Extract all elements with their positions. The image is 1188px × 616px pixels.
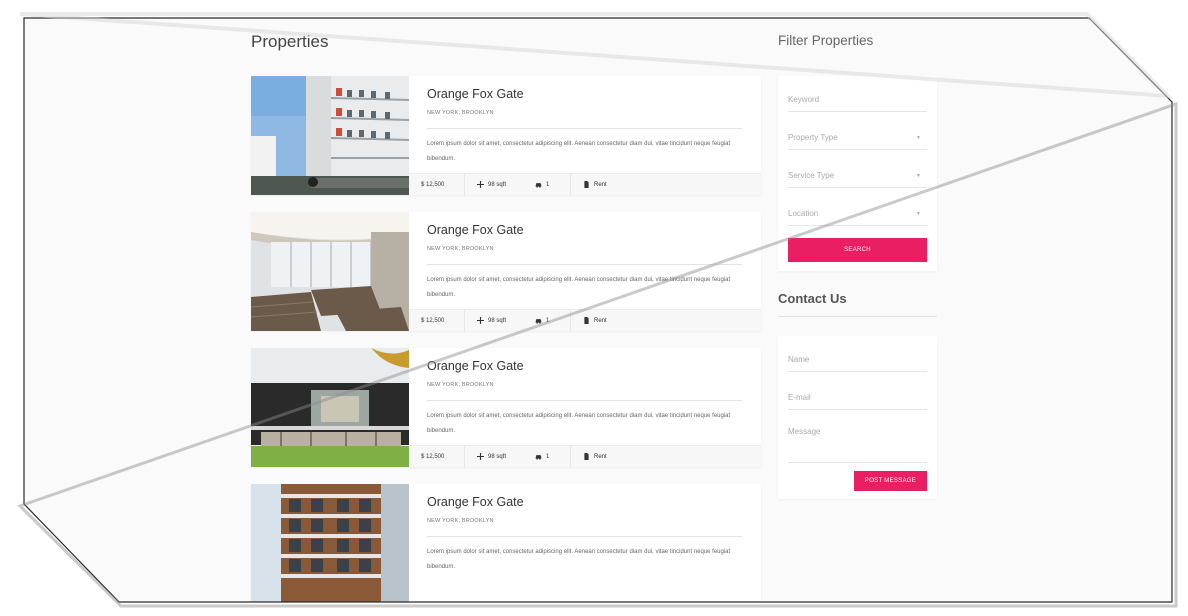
interior-photo-icon [251, 212, 409, 331]
property-description: Lorem ipsum dolor sit amet, consectetur … [427, 141, 731, 162]
filter-title: Filter Properties [778, 33, 874, 48]
divider [778, 316, 937, 317]
caret-down-icon: ▼ [916, 172, 921, 179]
property-garage-value: 1 [546, 181, 550, 188]
property-area-value: 98 sqft [488, 181, 507, 188]
property-garage: 1 [521, 445, 571, 468]
page: Properties Orange Fox Gate NEW YORK, BRO… [24, 18, 1172, 602]
property-type: Rent [571, 174, 613, 196]
car-icon [535, 455, 542, 460]
property-area: 98 sqft [465, 174, 521, 196]
service-type-select[interactable]: Service Type ▼ [788, 164, 927, 188]
property-name[interactable]: Orange Fox Gate [427, 495, 524, 509]
keyword-placeholder: Keyword [788, 95, 820, 104]
file-icon [584, 453, 589, 460]
property-area-value: 98 sqft [488, 453, 507, 460]
location-select[interactable]: Location ▼ [788, 202, 927, 226]
property-info: Orange Fox Gate NEW YORK, BROOKLYN Lorem… [409, 484, 761, 602]
property-garage-value: 1 [546, 453, 550, 460]
caret-down-icon: ▼ [916, 134, 921, 141]
property-meta-bar: $ 12,500 98 sqft 1 Rent [409, 445, 761, 468]
property-card[interactable]: Orange Fox Gate NEW YORK, BROOKLYN Lorem… [251, 484, 761, 602]
divider [427, 400, 742, 401]
message-textarea[interactable]: Message [788, 423, 927, 463]
divider [427, 128, 742, 129]
property-location: NEW YORK, BROOKLYN [427, 382, 494, 388]
page-title: Properties [251, 32, 329, 51]
property-info: Orange Fox Gate NEW YORK, BROOKLYN Lorem… [409, 76, 761, 196]
property-description: Lorem ipsum dolor sit amet, consectetur … [427, 549, 731, 570]
building-photo-icon [251, 76, 409, 195]
property-list: Orange Fox Gate NEW YORK, BROOKLYN Lorem… [251, 76, 761, 602]
file-icon [584, 181, 589, 188]
property-card[interactable]: Orange Fox Gate NEW YORK, BROOKLYN Lorem… [251, 348, 761, 468]
property-area: 98 sqft [465, 446, 521, 468]
property-meta-bar: $ 12,500 98 sqft 1 Rent [409, 309, 761, 332]
property-image[interactable] [251, 348, 409, 467]
property-type-placeholder: Property Type [788, 133, 838, 142]
property-type-select[interactable]: Property Type ▼ [788, 126, 927, 150]
name-placeholder: Name [788, 355, 810, 364]
message-placeholder: Message [788, 427, 821, 436]
property-location: NEW YORK, BROOKLYN [427, 246, 494, 252]
property-image[interactable] [251, 76, 409, 195]
property-type-value: Rent [594, 453, 607, 460]
property-area: 98 sqft [465, 310, 521, 332]
property-name[interactable]: Orange Fox Gate [427, 87, 524, 101]
name-input[interactable]: Name [788, 348, 927, 372]
divider [427, 264, 742, 265]
property-location: NEW YORK, BROOKLYN [427, 110, 494, 116]
expand-arrows-icon [477, 317, 484, 324]
car-icon [535, 319, 542, 324]
property-image[interactable] [251, 212, 409, 331]
property-type: Rent [571, 446, 613, 468]
property-garage-value: 1 [546, 317, 550, 324]
property-price: $ 12,500 [409, 309, 465, 332]
property-description: Lorem ipsum dolor sit amet, consectetur … [427, 277, 731, 298]
apartment-block-photo-icon [251, 484, 409, 602]
property-info: Orange Fox Gate NEW YORK, BROOKLYN Lorem… [409, 212, 761, 332]
email-placeholder: E-mail [788, 393, 811, 402]
email-input[interactable]: E-mail [788, 386, 927, 410]
property-price: $ 12,500 [409, 173, 465, 196]
location-placeholder: Location [788, 209, 819, 218]
property-area-value: 98 sqft [488, 317, 507, 324]
property-card[interactable]: Orange Fox Gate NEW YORK, BROOKLYN Lorem… [251, 212, 761, 332]
expand-arrows-icon [477, 453, 484, 460]
property-name[interactable]: Orange Fox Gate [427, 359, 524, 373]
property-name[interactable]: Orange Fox Gate [427, 223, 524, 237]
caret-down-icon: ▼ [916, 210, 921, 217]
keyword-input[interactable]: Keyword [788, 88, 927, 112]
file-icon [584, 317, 589, 324]
property-garage: 1 [521, 309, 571, 332]
property-description: Lorem ipsum dolor sit amet, consectetur … [427, 413, 731, 434]
service-type-placeholder: Service Type [788, 171, 835, 180]
property-type: Rent [571, 310, 613, 332]
property-type-value: Rent [594, 317, 607, 324]
property-type-value: Rent [594, 181, 607, 188]
modern-house-photo-icon [251, 348, 409, 467]
contact-title: Contact Us [778, 291, 847, 306]
property-location: NEW YORK, BROOKLYN [427, 518, 494, 524]
property-garage: 1 [521, 173, 571, 196]
contact-panel: Name E-mail Message POST MESSAGE [778, 336, 937, 499]
expand-arrows-icon [477, 181, 484, 188]
divider [427, 536, 742, 537]
property-meta-bar: $ 12,500 98 sqft 1 Rent [409, 173, 761, 196]
car-icon [535, 183, 542, 188]
property-card[interactable]: Orange Fox Gate NEW YORK, BROOKLYN Lorem… [251, 76, 761, 196]
filter-panel: Keyword Property Type ▼ Service Type ▼ L… [778, 76, 937, 271]
property-price: $ 12,500 [409, 445, 465, 468]
search-button[interactable]: SEARCH [788, 238, 927, 262]
post-message-button[interactable]: POST MESSAGE [854, 471, 927, 491]
property-info: Orange Fox Gate NEW YORK, BROOKLYN Lorem… [409, 348, 761, 468]
property-image[interactable] [251, 484, 409, 602]
